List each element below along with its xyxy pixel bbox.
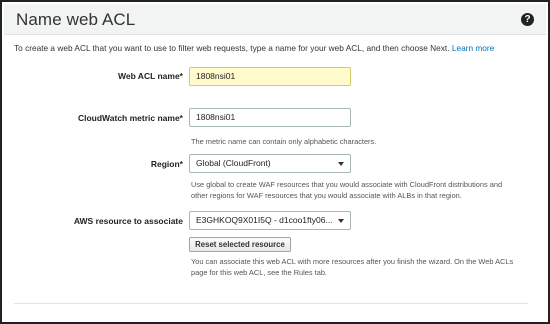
chevron-down-icon: [338, 219, 344, 223]
aws-resource-hint: You can associate this web ACL with more…: [191, 256, 513, 278]
aws-resource-hint-line: page for this web ACL, see the Rules tab…: [191, 268, 327, 277]
page-title: Name web ACL: [16, 10, 136, 29]
region-hint-line: Use global to create WAF resources that …: [191, 180, 503, 189]
help-icon[interactable]: ?: [521, 13, 534, 26]
intro-description: To create a web ACL that you want to use…: [14, 43, 450, 53]
section-divider: [14, 303, 528, 304]
web-acl-name-label: Web ACL name*: [117, 71, 183, 81]
web-acl-name-input[interactable]: 1808nsi01: [189, 67, 351, 86]
aws-resource-select-value: E3GHKOQ9X01I5Q - d1coo1fty06...: [196, 215, 333, 225]
chevron-down-icon: [338, 162, 344, 166]
wizard-panel: Name web ACL ? To create a web ACL that …: [0, 0, 550, 324]
aws-resource-hint-line: You can associate this web ACL with more…: [191, 257, 514, 266]
aws-resource-select[interactable]: E3GHKOQ9X01I5Q - d1coo1fty06...: [189, 211, 351, 230]
region-hint-line: other regions for WAF resources that you…: [191, 191, 462, 200]
intro-text: To create a web ACL that you want to use…: [14, 43, 494, 53]
region-select-value: Global (CloudFront): [196, 158, 271, 168]
panel-header: Name web ACL ?: [4, 4, 546, 35]
region-label: Region*: [150, 159, 183, 169]
region-hint: Use global to create WAF resources that …: [191, 179, 502, 201]
cloudwatch-metric-input[interactable]: 1808nsi01: [189, 108, 351, 127]
region-select[interactable]: Global (CloudFront): [189, 154, 351, 173]
cloudwatch-metric-hint: The metric name can contain only alphabe…: [191, 137, 377, 146]
cloudwatch-metric-label: CloudWatch metric name*: [77, 113, 183, 123]
learn-more-link[interactable]: Learn more: [452, 43, 494, 53]
reset-selected-resource-button[interactable]: Reset selected resource: [189, 237, 291, 252]
aws-resource-label: AWS resource to associate: [73, 216, 183, 226]
